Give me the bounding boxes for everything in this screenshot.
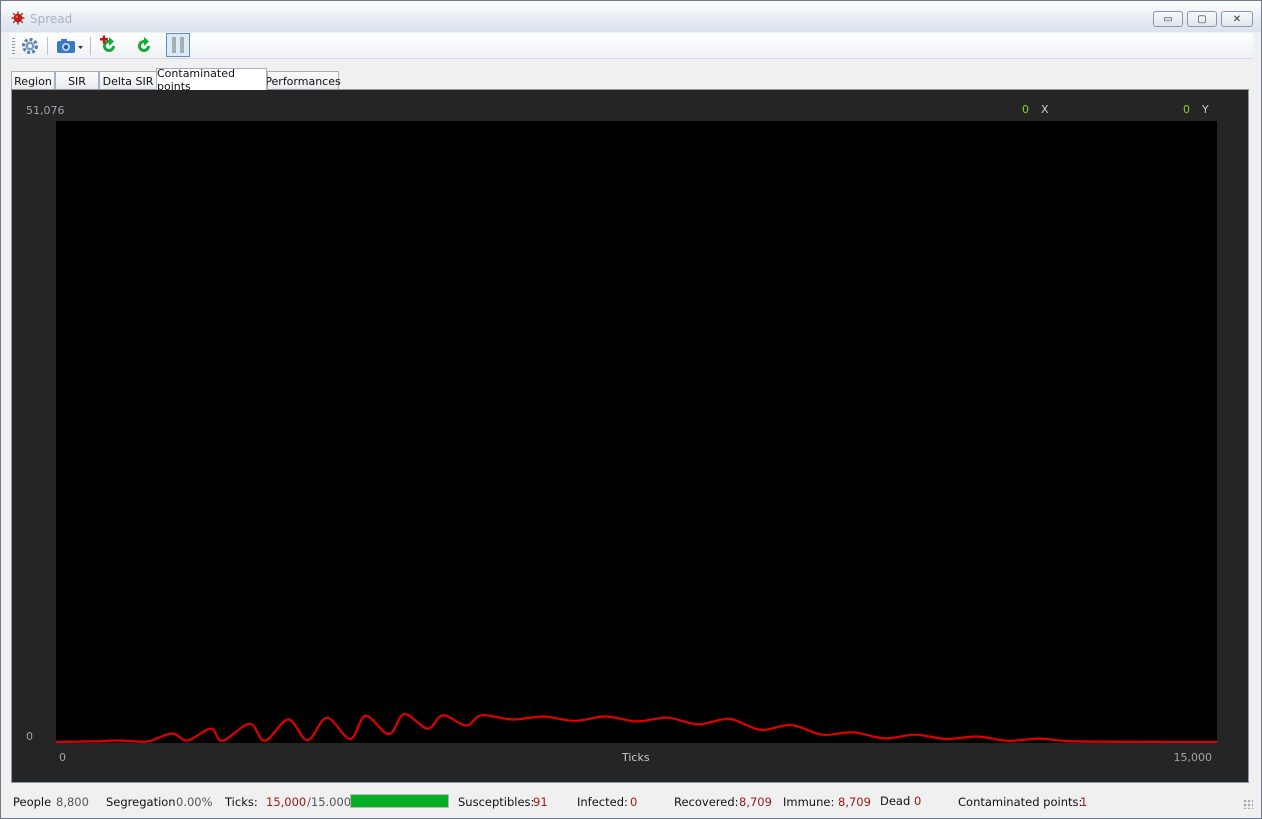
camera-dropdown-icon[interactable] xyxy=(55,35,85,57)
chart-panel: 51,076 0 X 0 Y 0 0 Ticks 15,000 xyxy=(11,89,1249,783)
line-chart xyxy=(55,713,1218,744)
x-axis-title: Ticks xyxy=(622,751,650,764)
close-button[interactable]: ✕ xyxy=(1221,11,1253,27)
immune-label: Immune: xyxy=(783,795,835,809)
close-icon: ✕ xyxy=(1232,13,1242,25)
recovered-label: Recovered: xyxy=(674,795,739,809)
recovered-value: 8,709 xyxy=(739,795,772,809)
toolbar-grip[interactable] xyxy=(12,38,15,54)
dead-value: 0 xyxy=(914,794,922,808)
window-title: Spread xyxy=(30,12,73,26)
contaminated-points-value: 1 xyxy=(1080,795,1088,809)
title-bar[interactable]: Spread ▭ ▢ ✕ xyxy=(1,1,1261,32)
susceptibles-value: 91 xyxy=(533,795,548,809)
contaminated-points-label: Contaminated points: xyxy=(958,795,1083,809)
maximize-icon: ▢ xyxy=(1197,13,1207,25)
people-value: 8,800 xyxy=(56,795,89,809)
tab-performances[interactable]: Performances xyxy=(265,71,341,90)
cursor-y-value: 0 xyxy=(1183,103,1190,116)
toolbar-separator xyxy=(47,37,48,55)
pause-icon[interactable] xyxy=(166,33,190,57)
y-axis-max-label: 51,076 xyxy=(26,104,65,117)
infected-label: Infected: xyxy=(577,795,628,809)
tab-strip: Region SIR Delta SIR Contaminated points… xyxy=(9,67,509,93)
y-axis-min-label: 0 xyxy=(26,730,33,743)
minimize-button[interactable]: ▭ xyxy=(1153,11,1183,27)
minimize-icon: ▭ xyxy=(1163,13,1173,25)
tab-contaminated-points[interactable]: Contaminated points xyxy=(156,67,267,93)
contaminated-points-series-line xyxy=(55,713,1218,744)
app-window: Spread ▭ ▢ ✕ Region SIR Delta SIR Contam… xyxy=(0,0,1262,819)
dead-label: Dead xyxy=(880,794,911,808)
progress-fill xyxy=(351,795,448,807)
plot-area[interactable] xyxy=(55,121,1218,744)
status-bar: People 8,800 Segregation 0.00% Ticks: 15… xyxy=(1,789,1261,818)
people-label: People xyxy=(13,795,52,809)
segregation-label: Segregation xyxy=(106,795,176,809)
cursor-y-label: Y xyxy=(1202,103,1209,116)
toolbar xyxy=(9,33,1253,59)
ticks-label: Ticks: xyxy=(225,795,258,809)
susceptibles-label: Susceptibles: xyxy=(458,795,535,809)
ticks-value: 15,000 xyxy=(266,795,307,809)
virus-app-icon xyxy=(11,11,25,25)
resize-grip[interactable] xyxy=(1243,799,1253,809)
maximize-button[interactable]: ▢ xyxy=(1187,11,1217,27)
ticks-total: /15.000 xyxy=(307,795,352,809)
ticks-progress-bar xyxy=(350,794,449,808)
tab-sir[interactable]: SIR xyxy=(55,71,99,90)
restart-icon[interactable] xyxy=(133,35,155,57)
tab-delta-sir[interactable]: Delta SIR xyxy=(99,71,157,90)
infected-value: 0 xyxy=(630,795,638,809)
segregation-value: 0.00% xyxy=(176,795,213,809)
gear-icon[interactable] xyxy=(19,35,41,57)
x-axis-min-label: 0 xyxy=(59,751,66,764)
restart-new-icon[interactable] xyxy=(98,35,120,57)
x-axis-max-label: 15,000 xyxy=(1173,751,1213,764)
immune-value: 8,709 xyxy=(838,795,871,809)
toolbar-separator xyxy=(90,37,91,55)
cursor-x-label: X xyxy=(1041,103,1049,116)
cursor-x-value: 0 xyxy=(1022,103,1029,116)
tab-region[interactable]: Region xyxy=(11,71,55,90)
